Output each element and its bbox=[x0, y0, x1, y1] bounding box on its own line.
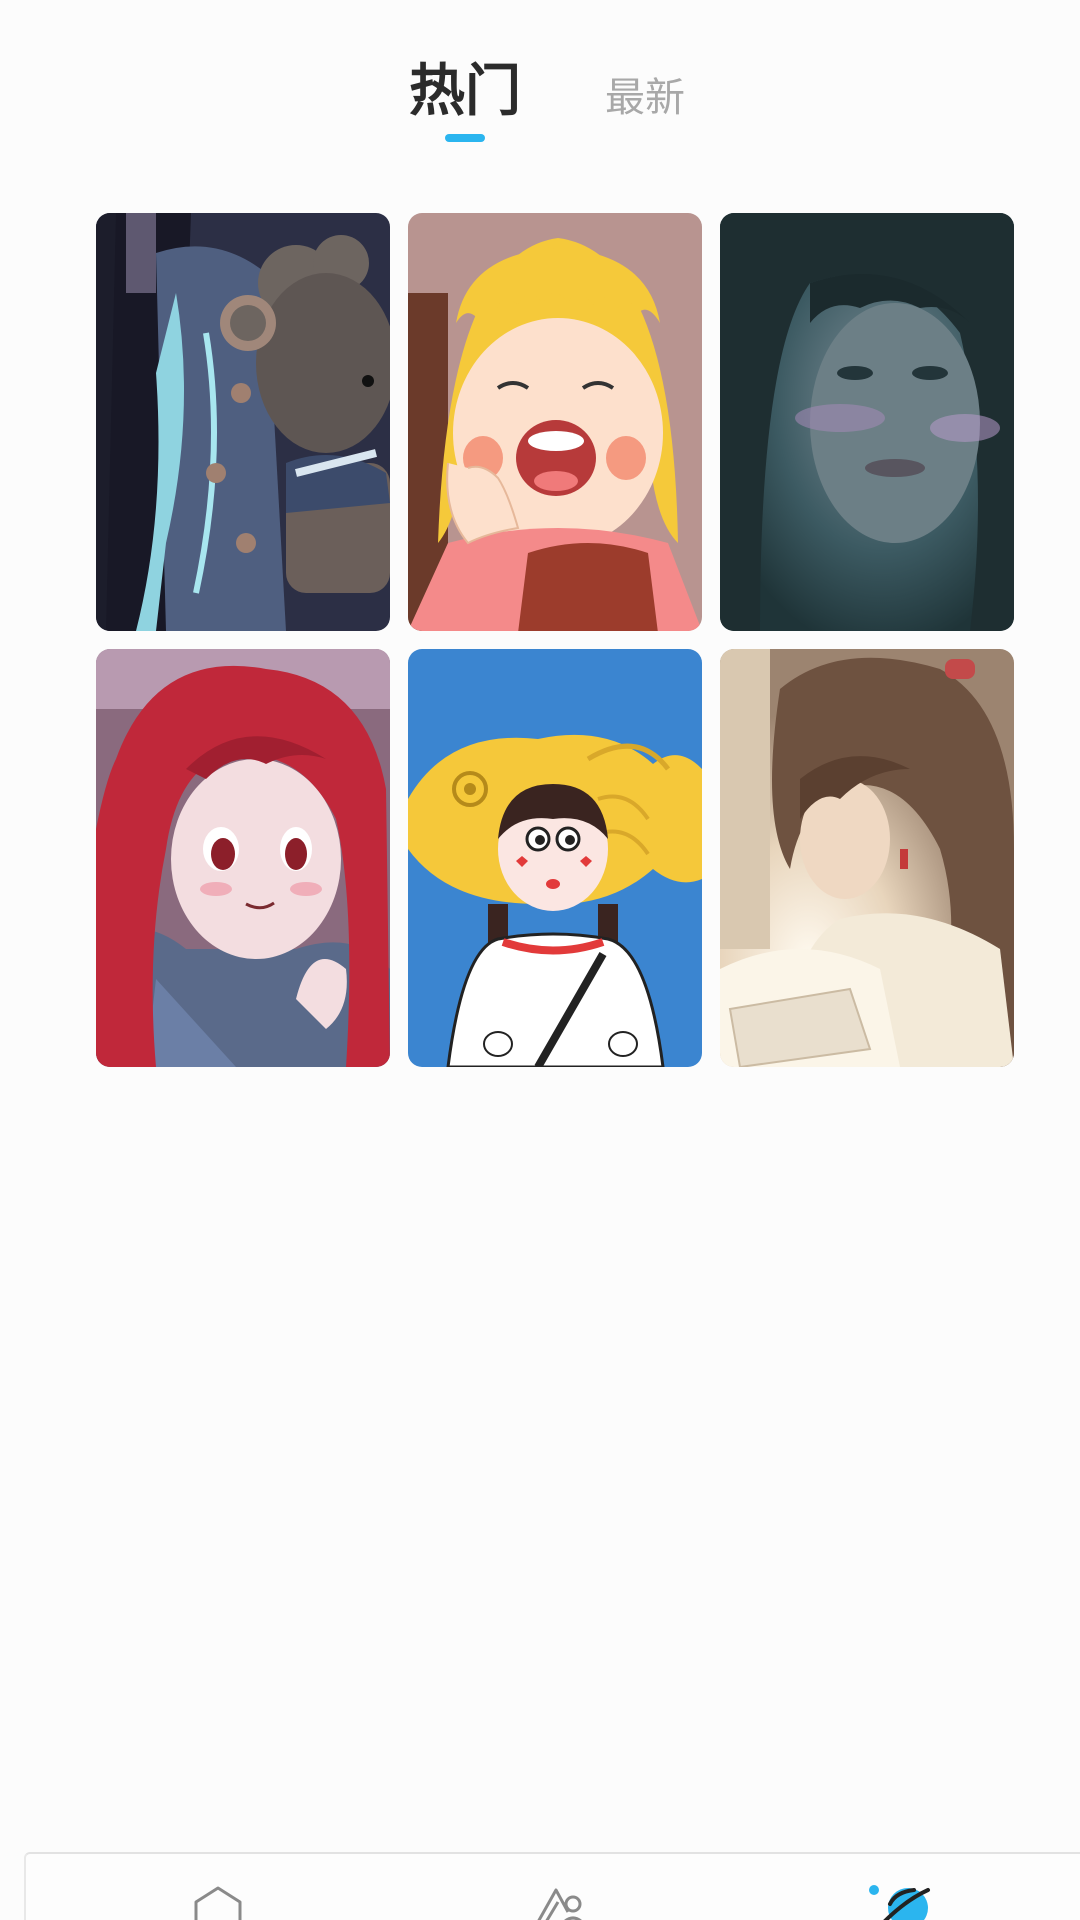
grid-card-yawning-girl[interactable] bbox=[408, 213, 702, 631]
girl-reading-warm-light-image bbox=[720, 649, 1014, 1067]
tab-new[interactable]: 最新 bbox=[590, 58, 700, 138]
nav-explore[interactable] bbox=[866, 1884, 946, 1920]
grid-card-fish-hat-girl[interactable] bbox=[408, 649, 702, 1067]
page: 热门 最新 bbox=[0, 0, 1080, 1920]
cartoon-girl-in-fish-hat-image bbox=[408, 649, 702, 1067]
grid-card-teddy-bear-girl[interactable] bbox=[96, 213, 390, 631]
planet-icon bbox=[869, 1885, 930, 1920]
bottom-nav bbox=[24, 1852, 1080, 1920]
tab-bar: 热门 最新 bbox=[0, 52, 1080, 152]
anime-girl-with-teddy-bear-image bbox=[96, 213, 390, 631]
nav-home[interactable] bbox=[178, 1884, 258, 1920]
cartoon-blonde-girl-yawning-image bbox=[408, 213, 702, 631]
anime-red-haired-girl-image bbox=[96, 649, 390, 1067]
grid-card-teal-portrait[interactable] bbox=[720, 213, 1014, 631]
create-icon bbox=[537, 1888, 582, 1920]
nav-create[interactable] bbox=[516, 1884, 596, 1920]
grid-card-red-hair-girl[interactable] bbox=[96, 649, 390, 1067]
active-tab-indicator bbox=[445, 134, 485, 142]
grid-card-reading-girl[interactable] bbox=[720, 649, 1014, 1067]
tab-hot[interactable]: 热门 bbox=[400, 52, 530, 132]
home-icon bbox=[194, 1886, 242, 1920]
girl-portrait-dark-teal-image bbox=[720, 213, 1014, 631]
